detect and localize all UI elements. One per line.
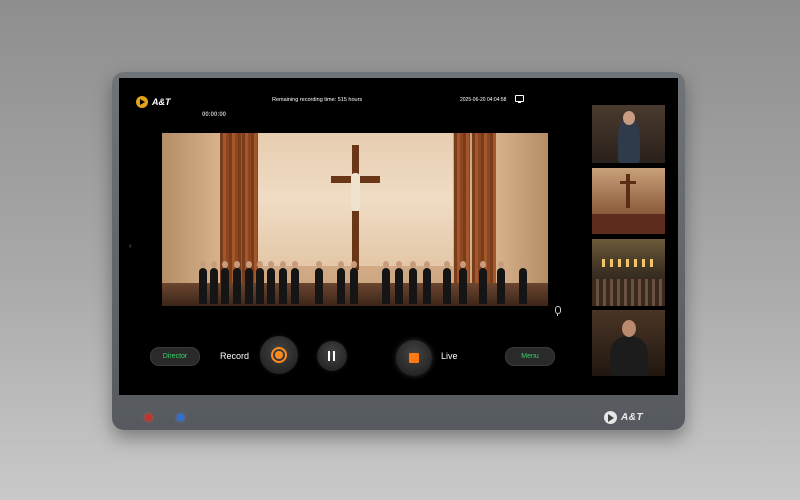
microphone-icon[interactable] bbox=[555, 306, 561, 316]
preview-choir bbox=[197, 258, 537, 304]
screen-icon[interactable] bbox=[515, 95, 524, 103]
choir-member bbox=[350, 261, 358, 304]
choir-member bbox=[382, 261, 390, 304]
choir-member bbox=[245, 261, 253, 304]
thumbnail-chandeliers bbox=[602, 259, 655, 267]
power-led-red bbox=[145, 414, 152, 421]
choir-member bbox=[210, 261, 218, 304]
bezel-brand-logo: A&T bbox=[604, 411, 643, 424]
live-button[interactable] bbox=[396, 340, 432, 376]
live-label: Live bbox=[441, 351, 458, 361]
main-video-preview[interactable] bbox=[162, 133, 548, 306]
director-button[interactable]: Director bbox=[150, 347, 200, 366]
camera-thumbnail-2[interactable] bbox=[592, 168, 665, 234]
remaining-recording-time: Remaining recording time: 515 hours bbox=[272, 97, 363, 103]
choir-member bbox=[395, 261, 403, 304]
thumbnail-person bbox=[610, 336, 648, 376]
preview-crucifix-figure bbox=[351, 173, 360, 211]
choir-member bbox=[497, 261, 505, 304]
device-bottom-bezel bbox=[112, 395, 685, 430]
camera-thumbnail-3[interactable] bbox=[592, 239, 665, 306]
menu-button[interactable]: Menu bbox=[505, 347, 555, 366]
choir-member bbox=[459, 261, 467, 304]
bezel-brand-name: A&T bbox=[621, 412, 644, 423]
choir-member bbox=[337, 261, 345, 304]
logo-icon bbox=[604, 411, 617, 424]
status-led-blue bbox=[177, 414, 184, 421]
brand-name: A&T bbox=[152, 97, 171, 107]
camera-thumbnail-1[interactable] bbox=[592, 105, 665, 163]
choir-member bbox=[256, 261, 264, 304]
camera-thumbnail-4[interactable] bbox=[592, 310, 665, 376]
thumbnail-crucifix bbox=[626, 174, 630, 208]
choir-member bbox=[199, 261, 207, 304]
brand-logo: A&T bbox=[136, 96, 171, 108]
choir-member bbox=[291, 261, 299, 304]
device-screen: A&T 00:00:00 Remaining recording time: 5… bbox=[119, 78, 678, 395]
chevron-left-icon[interactable]: ‹ bbox=[129, 243, 131, 250]
choir-member bbox=[315, 261, 323, 304]
thumbnail-crucifix-bar bbox=[620, 181, 636, 184]
thumbnail-face bbox=[622, 320, 636, 337]
thumbnail-floor bbox=[592, 214, 665, 234]
current-datetime: 2025-06-20 04:04:58 bbox=[460, 97, 507, 103]
pause-button[interactable] bbox=[317, 341, 347, 371]
recording-timer: 00:00:00 bbox=[202, 112, 227, 118]
choir-member bbox=[409, 261, 417, 304]
choir-member bbox=[233, 261, 241, 304]
choir-member bbox=[221, 261, 229, 304]
choir-member bbox=[423, 261, 431, 304]
streaming-device: A&T 00:00:00 Remaining recording time: 5… bbox=[112, 72, 685, 430]
thumbnail-face bbox=[623, 111, 635, 125]
record-label: Record bbox=[220, 351, 250, 361]
record-button[interactable] bbox=[260, 336, 298, 374]
logo-icon bbox=[136, 96, 148, 108]
choir-member bbox=[279, 261, 287, 304]
choir-member bbox=[443, 261, 451, 304]
thumbnail-congregation bbox=[592, 279, 665, 306]
choir-member bbox=[479, 261, 487, 304]
choir-member bbox=[519, 261, 527, 304]
choir-member bbox=[267, 261, 275, 304]
